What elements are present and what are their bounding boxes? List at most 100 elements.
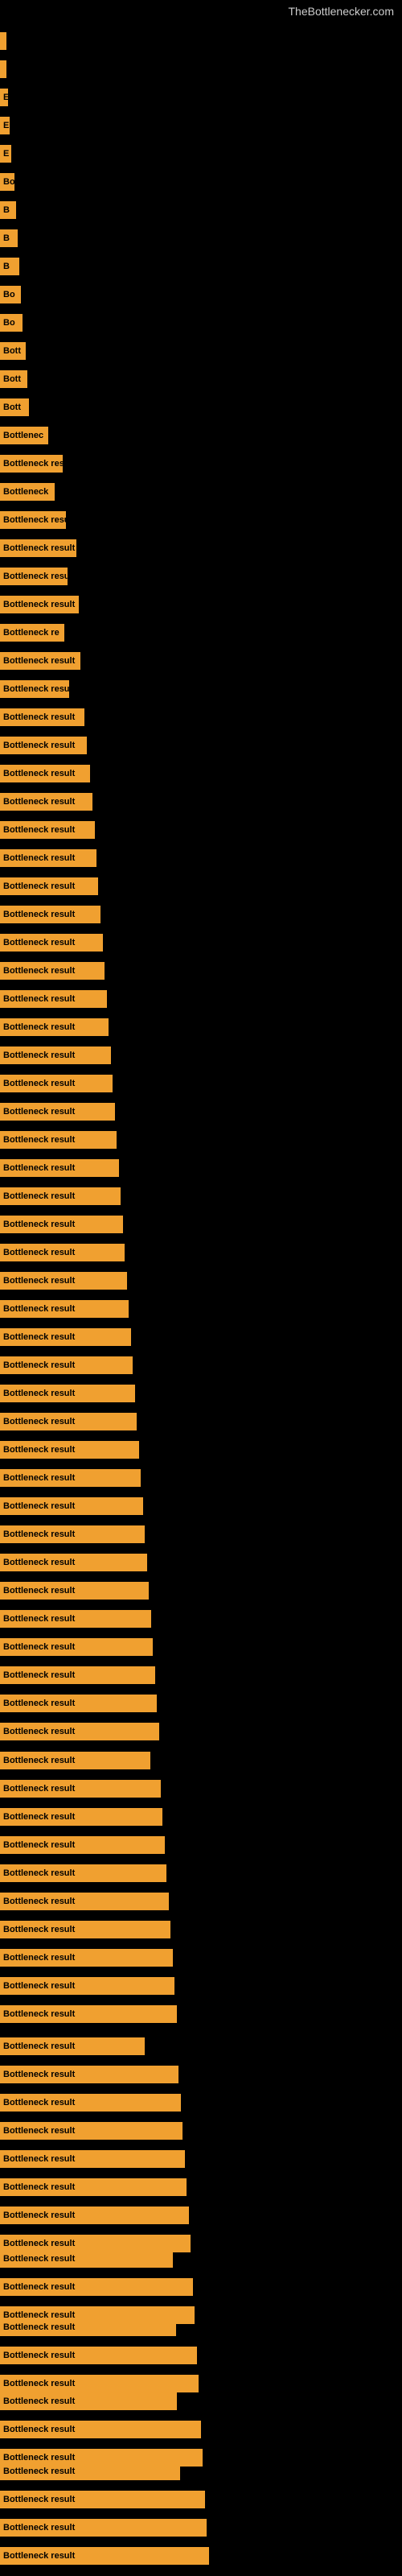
bar-label: Bottleneck resu	[3, 572, 68, 581]
bar-label: Bottleneck result	[3, 1417, 75, 1426]
bar-label: Bottleneck result	[3, 1727, 75, 1736]
bar-label: Bottleneck result	[3, 1840, 75, 1850]
bar-label: Bottleneck result	[3, 1191, 75, 1201]
bar-item	[0, 32, 6, 50]
bar-label: Bottleneck result	[3, 1360, 75, 1370]
bar-item: Bo	[0, 314, 23, 332]
bar-item: Bottleneck result	[0, 737, 87, 754]
bar-item: Bottleneck result	[0, 2094, 181, 2112]
bar-item: Bottleneck result	[0, 1441, 139, 1459]
bar-item: Bottleneck result	[0, 2150, 185, 2168]
bar-item: Bottleneck result	[0, 1413, 137, 1430]
bar-label: Bottleneck result	[3, 712, 75, 722]
bar-item: Bottleneck result	[0, 1159, 119, 1177]
bar-label: Bottleneck result	[3, 1699, 75, 1708]
bar-label: Bottleneck result	[3, 1107, 75, 1117]
bar-item: Bottleneck result	[0, 1385, 135, 1402]
bar-item: Bottleneck resu	[0, 680, 69, 698]
bar-label: Bottleneck result	[3, 994, 75, 1004]
bar-item: Bottleneck	[0, 483, 55, 501]
bar-label: Bottleneck result	[3, 966, 75, 976]
bar-label: Bottleneck result	[3, 1135, 75, 1145]
bar-label: Bottleneck result	[3, 1670, 75, 1680]
bar-label: Bottleneck result	[3, 2239, 75, 2248]
bar-item: Bottleneck result	[0, 1497, 143, 1515]
bar-item: Bottleneck result	[0, 1808, 162, 1826]
bar-label: Bottleneck result	[3, 1304, 75, 1314]
bar-item: Bottleneck result	[0, 2037, 145, 2055]
bar-item: Bottleneck result	[0, 2122, 183, 2140]
bar-label: Bottleneck result	[3, 1051, 75, 1060]
bar-item: Bottleneck result	[0, 2066, 178, 2083]
bar-item: Bottleneck result	[0, 539, 76, 557]
bar-label: Bottleneck resu	[3, 684, 69, 694]
bar-item: Bottleneck result	[0, 2462, 180, 2480]
bar-item: Bottleneck result	[0, 1075, 113, 1092]
bar-item: Bottleneck result	[0, 2250, 173, 2268]
bar-label: Bottleneck result	[3, 1220, 75, 1229]
bar-item: Bottleneck result	[0, 1582, 149, 1600]
bar-label: Bottleneck result	[3, 1784, 75, 1794]
bar-label: Bottleneck result	[3, 2070, 75, 2079]
bar-item: Bottleneck result	[0, 1977, 174, 1995]
bar-label: Bottleneck result	[3, 1614, 75, 1624]
bar-label: Bottleneck result	[3, 1925, 75, 1934]
bar-item: Bottleneck result	[0, 1921, 170, 1938]
bar-label: B	[3, 205, 10, 215]
bar-item: Bottleneck result	[0, 1864, 166, 1882]
bar-label: Bottleneck result	[3, 1897, 75, 1906]
bar-item: Bottleneck result	[0, 1780, 161, 1798]
bar-item: Bottleneck result	[0, 1356, 133, 1374]
bar-label: Bottleneck result	[3, 938, 75, 947]
bar-label: Bottleneck result	[3, 2495, 75, 2504]
bar-item: Bottleneck result	[0, 1525, 145, 1543]
bar-label: Bottleneck result	[3, 2254, 75, 2264]
bar-label: Bottleneck result	[3, 543, 75, 553]
bar-item	[0, 60, 6, 78]
bar-item: Bottleneck result	[0, 2207, 189, 2224]
bar-item: Bottleneck result	[0, 1046, 111, 1064]
bar-label: Bo	[3, 290, 15, 299]
bar-label: Bottleneck result	[3, 2154, 75, 2164]
bar-item: Bottleneck result	[0, 2347, 197, 2364]
bar-item: Bottleneck result	[0, 1244, 125, 1261]
bar-label: Bottleneck result	[3, 2379, 75, 2388]
bar-label: Bottleneck result	[3, 1079, 75, 1088]
bar-item: Bottleneck result	[0, 793, 92, 811]
bar-item: Bo	[0, 286, 21, 303]
bar-label: Bottleneck result	[3, 2396, 75, 2406]
bar-label: Bottleneck result	[3, 1530, 75, 1539]
bar-label: Bottleneck result	[3, 1022, 75, 1032]
bar-item: Bottleneck result	[0, 1695, 157, 1712]
bar-label: E	[3, 93, 8, 102]
bar-label: Bott	[3, 346, 21, 356]
bar-item: Bott	[0, 342, 26, 360]
bar-item: Bottlenec	[0, 427, 48, 444]
bar-label: Bo	[3, 177, 14, 187]
bar-label: Bottleneck result	[3, 1953, 75, 1963]
bar-label: Bottleneck result	[3, 2098, 75, 2107]
bar-label: Bottleneck result	[3, 769, 75, 778]
bar-item: Bottleneck result	[0, 1469, 141, 1487]
bar-label: Bottleneck res	[3, 459, 63, 469]
bar-item: Bottleneck result	[0, 1610, 151, 1628]
bar-item: Bottleneck result	[0, 2005, 177, 2023]
bar-label: Bottleneck result	[3, 2282, 75, 2292]
bar-label: Bottleneck result	[3, 1756, 75, 1765]
bar-label: Bottleneck result	[3, 1501, 75, 1511]
bar-item: Bottleneck result	[0, 934, 103, 952]
bar-label: E	[3, 121, 9, 130]
bar-label: Bottleneck result	[3, 2467, 75, 2476]
bar-label: Bottleneck result	[3, 2182, 75, 2192]
bar-label: Bottleneck result	[3, 1389, 75, 1398]
bar-label: Bottleneck result	[3, 741, 75, 750]
bar-item: Bottleneck result	[0, 1131, 117, 1149]
bar-label: Bottleneck result	[3, 1248, 75, 1257]
bar-item: E	[0, 89, 8, 106]
bar-label: Bottleneck result	[3, 1473, 75, 1483]
bar-label: Bottleneck result	[3, 881, 75, 891]
bar-item: Bottleneck result	[0, 2278, 193, 2296]
bar-item: Bottleneck result	[0, 1300, 129, 1318]
bar-item: Bott	[0, 370, 27, 388]
bar-label: Bottleneck result	[3, 2041, 75, 2051]
